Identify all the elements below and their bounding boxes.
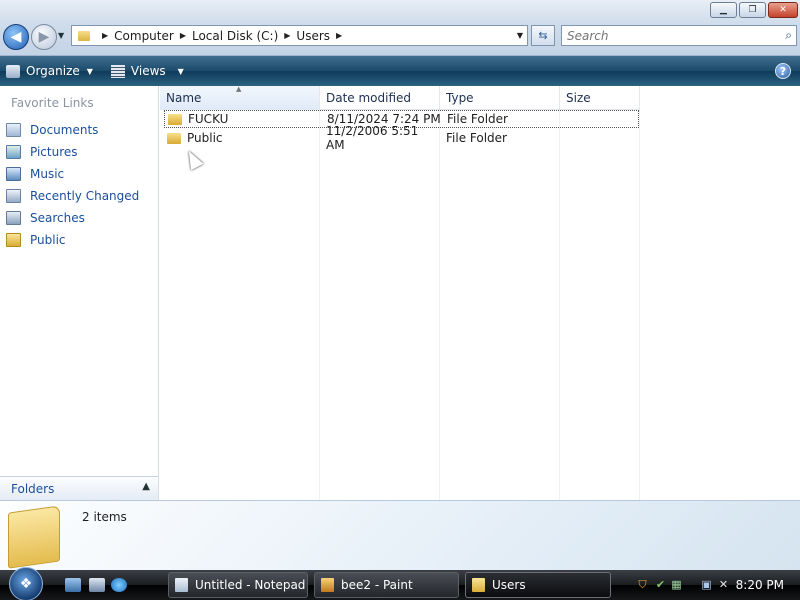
favorite-link-public[interactable]: Public [6,229,139,251]
taskbar-item-label: Users [492,578,526,592]
breadcrumb-users[interactable]: Users [296,29,330,43]
command-toolbar: Organize ▼ Views ▼ [0,56,800,86]
switch-windows-icon[interactable] [89,578,105,592]
views-button[interactable]: Views ▼ [105,59,190,83]
windows-defender-icon[interactable]: ▦ [670,578,683,592]
favorite-link-documents[interactable]: Documents [6,119,139,141]
folder-icon [168,113,182,125]
chevron-right-icon[interactable]: ▶ [336,31,342,40]
column-header-type[interactable]: Type [440,86,560,110]
documents-icon [6,123,21,137]
minimize-button[interactable]: ▁ [710,2,737,18]
chevron-right-icon[interactable]: ▶ [180,31,186,40]
chevron-down-icon: ▼ [86,66,93,76]
file-type: File Folder [447,112,508,126]
file-row-public[interactable]: Public 11/2/2006 5:51 AM File Folder [164,124,639,152]
folder-icon [472,578,485,592]
show-desktop-icon[interactable] [65,578,81,592]
file-date: 11/2/2006 5:51 AM [326,124,419,152]
clock[interactable]: 8:20 PM [736,578,784,592]
favorite-link-label: Music [30,167,65,181]
folder-icon [8,505,60,569]
pictures-icon [6,145,21,159]
title-bar: ▁ ❐ ✕ ◀ ▶ ▼ ▶ Computer ▶ Local Disk (C:)… [0,0,800,56]
chevron-up-icon: ▲ [142,481,150,492]
notepad-icon [175,578,188,592]
chevron-right-icon[interactable]: ▶ [284,31,290,40]
maximize-button[interactable]: ❐ [739,2,766,18]
close-button[interactable]: ✕ [768,2,798,18]
column-divider [439,110,440,500]
views-icon [110,64,125,78]
internet-explorer-icon[interactable] [111,578,127,592]
search-input[interactable] [562,26,762,45]
forward-arrow-icon[interactable]: ▶ [31,24,57,50]
favorite-link-pictures[interactable]: Pictures [6,141,139,163]
breadcrumb-local-disk[interactable]: Local Disk (C:) [192,29,278,43]
file-name: FUCKU [188,112,229,126]
recently-changed-icon [6,189,21,203]
security-shield-icon[interactable]: ⛉ [636,578,649,592]
favorite-link-label: Public [30,233,66,247]
favorite-link-label: Pictures [30,145,78,159]
chevron-down-icon: ▼ [177,66,184,76]
sort-arrow-icon: ▲ [236,85,242,93]
favorite-link-recently-changed[interactable]: Recently Changed [6,185,139,207]
navigation-pane: Favorite Links Documents Pictures Music … [0,86,159,500]
help-icon[interactable]: ? [775,63,791,79]
taskbar: ❖ Untitled - Notepad bee2 - Paint Users … [0,567,800,600]
back-arrow-icon[interactable]: ◀ [3,24,29,50]
paint-icon [321,578,334,592]
favorite-link-music[interactable]: Music [6,163,139,185]
taskbar-item-label: bee2 - Paint [341,578,413,592]
updates-icon[interactable]: ✔ [654,578,667,592]
column-divider [639,110,640,500]
folders-toggle[interactable]: Folders ▲ [0,476,158,500]
organize-label: Organize [26,64,80,78]
views-label: Views [130,64,166,78]
address-dropdown-icon[interactable]: ▼ [517,31,523,40]
column-divider [319,110,320,500]
column-divider [559,110,560,500]
column-header-name[interactable]: ▲ Name [160,85,320,110]
favorite-link-label: Recently Changed [30,189,140,203]
folder-icon [167,132,181,144]
window-controls: ▁ ❐ ✕ [710,2,798,18]
column-header-size[interactable]: Size [560,86,640,110]
file-list: ▲ Name Date modified Type Size FUCKU 8/1… [160,85,800,500]
windows-logo-icon: ❖ [19,576,33,592]
item-count: 2 items [82,510,127,524]
taskbar-item-paint[interactable]: bee2 - Paint [314,572,459,598]
column-header-date-modified[interactable]: Date modified [320,86,440,110]
details-pane: 2 items [0,500,800,570]
column-header-row: ▲ Name Date modified Type Size [160,85,640,110]
start-button[interactable]: ❖ [9,567,43,600]
favorite-links-heading: Favorite Links [11,96,94,110]
folder-icon [6,233,21,247]
taskbar-item-label: Untitled - Notepad [195,578,306,592]
file-name: Public [187,131,223,145]
music-icon [6,167,21,181]
chevron-right-icon[interactable]: ▶ [102,31,108,40]
searches-icon [6,211,21,225]
taskbar-item-users[interactable]: Users [465,572,611,598]
address-bar[interactable]: ▶ Computer ▶ Local Disk (C:) ▶ Users ▶ ▼ [71,25,528,46]
taskbar-item-notepad[interactable]: Untitled - Notepad [168,572,308,598]
search-icon[interactable]: ⌕ [785,28,792,43]
favorite-link-label: Searches [30,211,85,225]
folder-icon [78,30,90,41]
recent-pages-dropdown-icon[interactable]: ▼ [58,31,64,40]
file-type: File Folder [446,131,507,145]
favorite-links-list: Documents Pictures Music Recently Change… [6,119,139,251]
favorite-link-searches[interactable]: Searches [6,207,139,229]
network-icon[interactable]: ▣ [700,578,713,592]
favorite-link-label: Documents [30,123,99,137]
folders-label: Folders [11,481,55,496]
refresh-icon[interactable]: ⇆ [531,25,555,46]
organize-button[interactable]: Organize ▼ [0,59,99,83]
search-box[interactable]: ⌕ [561,25,797,46]
organize-icon [6,64,20,78]
breadcrumb-computer[interactable]: Computer [114,29,174,43]
volume-muted-icon[interactable]: ✕ [717,578,730,592]
